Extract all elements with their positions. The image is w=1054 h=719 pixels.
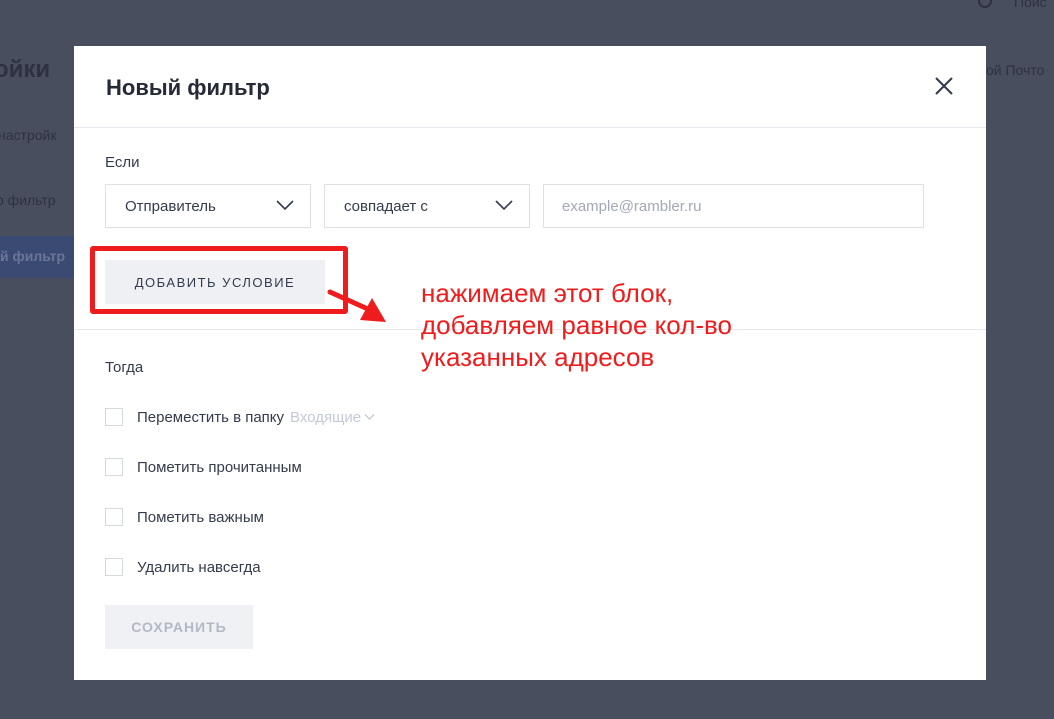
background-filters-link: о фильтр — [0, 192, 56, 208]
action-move-to-folder: Переместить в папку Входящие — [105, 407, 375, 427]
chevron-down-icon — [495, 200, 513, 211]
chevron-down-icon — [364, 414, 375, 420]
folder-select[interactable]: Входящие — [290, 409, 375, 426]
annotation-line-2: добавляем равное кол-во — [421, 310, 733, 340]
background-mail-label: ой Почто — [986, 62, 1045, 78]
action-mark-important: Пометить важным — [105, 507, 264, 527]
condition-field-value: Отправитель — [125, 198, 216, 215]
mark-important-label: Пометить важным — [137, 508, 264, 526]
annotation-line-3: указанных адресов — [421, 342, 655, 372]
annotation-highlight-box — [90, 246, 348, 314]
mark-important-checkbox[interactable] — [105, 508, 123, 526]
condition-value-input[interactable] — [543, 184, 924, 228]
condition-field-select[interactable]: Отправитель — [105, 184, 311, 228]
then-label: Тогда — [105, 359, 144, 376]
if-label: Если — [105, 154, 140, 171]
action-delete-forever: Удалить навсегда — [105, 557, 261, 577]
mark-read-label: Пометить прочитанным — [137, 458, 302, 476]
background-search: Поис — [978, 0, 1047, 10]
delete-forever-label: Удалить навсегда — [137, 558, 261, 576]
close-button[interactable] — [932, 74, 956, 98]
delete-forever-checkbox[interactable] — [105, 558, 123, 576]
background-page-title: ойки — [0, 56, 51, 83]
mark-read-checkbox[interactable] — [105, 458, 123, 476]
action-mark-read: Пометить прочитанным — [105, 457, 302, 477]
folder-select-value: Входящие — [290, 408, 362, 426]
close-icon — [935, 77, 953, 95]
annotation-line-1: нажимаем этот блок, — [421, 278, 674, 308]
save-button[interactable]: СОХРАНИТЬ — [105, 605, 253, 649]
chevron-down-icon — [276, 200, 294, 211]
background-settings-link: настройк — [0, 127, 57, 143]
dialog-title: Новый фильтр — [106, 75, 270, 100]
move-to-folder-label: Переместить в папку — [137, 408, 285, 426]
move-to-folder-checkbox[interactable] — [105, 408, 123, 426]
condition-operator-value: совпадает с — [344, 198, 428, 215]
annotation-arrow-icon — [327, 289, 386, 322]
condition-operator-select[interactable]: совпадает с — [324, 184, 530, 228]
dialog-header: Новый фильтр — [74, 46, 986, 128]
background-create-filter-button: й фильтр — [0, 236, 74, 278]
annotation-text: нажимаем этот блок, добавляем равное кол… — [421, 277, 801, 373]
